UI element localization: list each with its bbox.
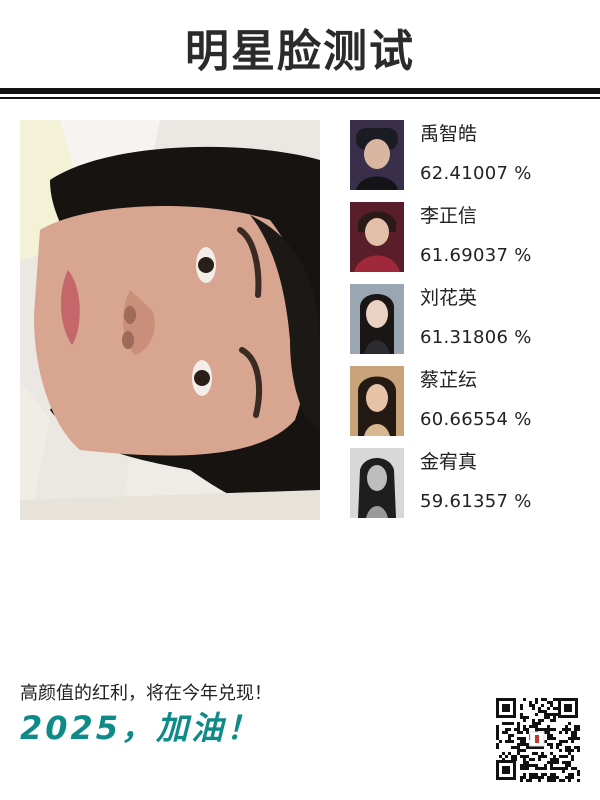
celebrity-name: 李正信 (420, 205, 478, 227)
celebrity-thumbnail (350, 202, 404, 272)
celebrity-name: 禹智皓 (420, 123, 478, 145)
celebrity-thumbnail (350, 448, 404, 518)
similarity-score: 59.61357 % (420, 491, 532, 512)
similarity-score: 62.41007 % (420, 163, 532, 184)
celebrity-name: 金宥真 (420, 451, 478, 473)
similarity-score: 61.69037 % (420, 245, 532, 266)
match-item: 李正信 61.69037 % (350, 202, 580, 284)
page-title: 明星脸测试 (185, 26, 415, 77)
match-results-list: 禹智皓 62.41007 % 李正信 61.69037 % 刘花英 61.318… (350, 120, 580, 530)
qr-code-icon (494, 696, 580, 782)
celebrity-thumbnail (350, 120, 404, 190)
header-divider-thin (0, 97, 600, 99)
match-item: 金宥真 59.61357 % (350, 448, 580, 530)
similarity-score: 61.31806 % (420, 327, 532, 348)
year-cheer-text: 2025，加油！ (20, 709, 262, 747)
match-item: 刘花英 61.31806 % (350, 284, 580, 366)
similarity-score: 60.66554 % (420, 409, 532, 430)
match-item: 禹智皓 62.41007 % (350, 120, 580, 202)
celebrity-name: 蔡芷纭 (420, 369, 478, 391)
celebrity-thumbnail (350, 284, 404, 354)
celebrity-name: 刘花英 (420, 287, 478, 309)
slogan-text: 高颜值的红利，将在今年兑现！ (20, 683, 272, 704)
face-photo-illustration (20, 120, 320, 520)
celebrity-thumbnail (350, 366, 404, 436)
match-item: 蔡芷纭 60.66554 % (350, 366, 580, 448)
header-divider-thick (0, 88, 600, 94)
uploaded-photo (20, 120, 320, 520)
